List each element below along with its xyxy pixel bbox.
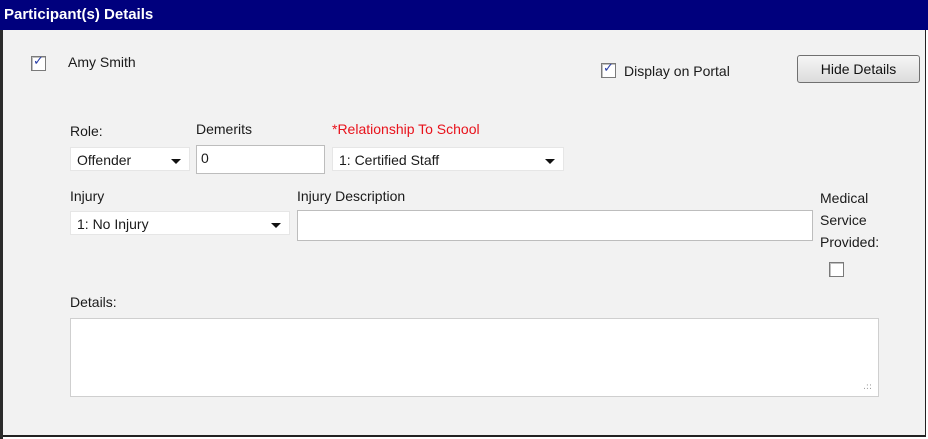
demerits-label: Demerits <box>196 121 253 137</box>
display-on-portal-label: Display on Portal <box>624 63 730 79</box>
details-textarea[interactable]: .:: <box>70 318 879 397</box>
medical-service-label-line2: Service <box>820 212 867 228</box>
role-value: Offender <box>77 152 132 168</box>
resize-grip-icon[interactable]: .:: <box>863 382 872 392</box>
chevron-down-icon <box>171 159 181 164</box>
chevron-down-icon <box>271 223 281 228</box>
medical-service-checkbox[interactable] <box>829 262 844 277</box>
hide-details-button[interactable]: Hide Details <box>797 55 920 83</box>
demerits-value: 0 <box>201 150 209 166</box>
participant-checkbox[interactable] <box>31 54 46 71</box>
medical-service-label-line3: Provided: <box>820 234 880 250</box>
injury-description-label: Injury Description <box>297 188 406 204</box>
demerits-input[interactable]: 0 <box>196 145 325 174</box>
relationship-select[interactable]: 1: Certified Staff <box>332 147 564 171</box>
role-label: Role: <box>70 123 103 139</box>
relationship-label: *Relationship To School <box>332 121 480 137</box>
details-label: Details: <box>70 294 117 310</box>
injury-label: Injury <box>70 188 105 204</box>
injury-select[interactable]: 1: No Injury <box>70 211 290 235</box>
display-on-portal-checkbox[interactable] <box>601 61 616 78</box>
injury-description-input[interactable] <box>297 210 813 241</box>
panel-left-border <box>0 0 3 439</box>
panel-header: Participant(s) Details <box>0 0 928 30</box>
chevron-down-icon <box>545 159 555 164</box>
participant-name: Amy Smith <box>68 54 136 70</box>
panel-title: Participant(s) Details <box>4 6 154 23</box>
medical-service-label-line1: Medical <box>820 190 869 206</box>
injury-value: 1: No Injury <box>77 216 149 232</box>
role-select[interactable]: Offender <box>70 147 190 171</box>
relationship-value: 1: Certified Staff <box>339 152 440 168</box>
